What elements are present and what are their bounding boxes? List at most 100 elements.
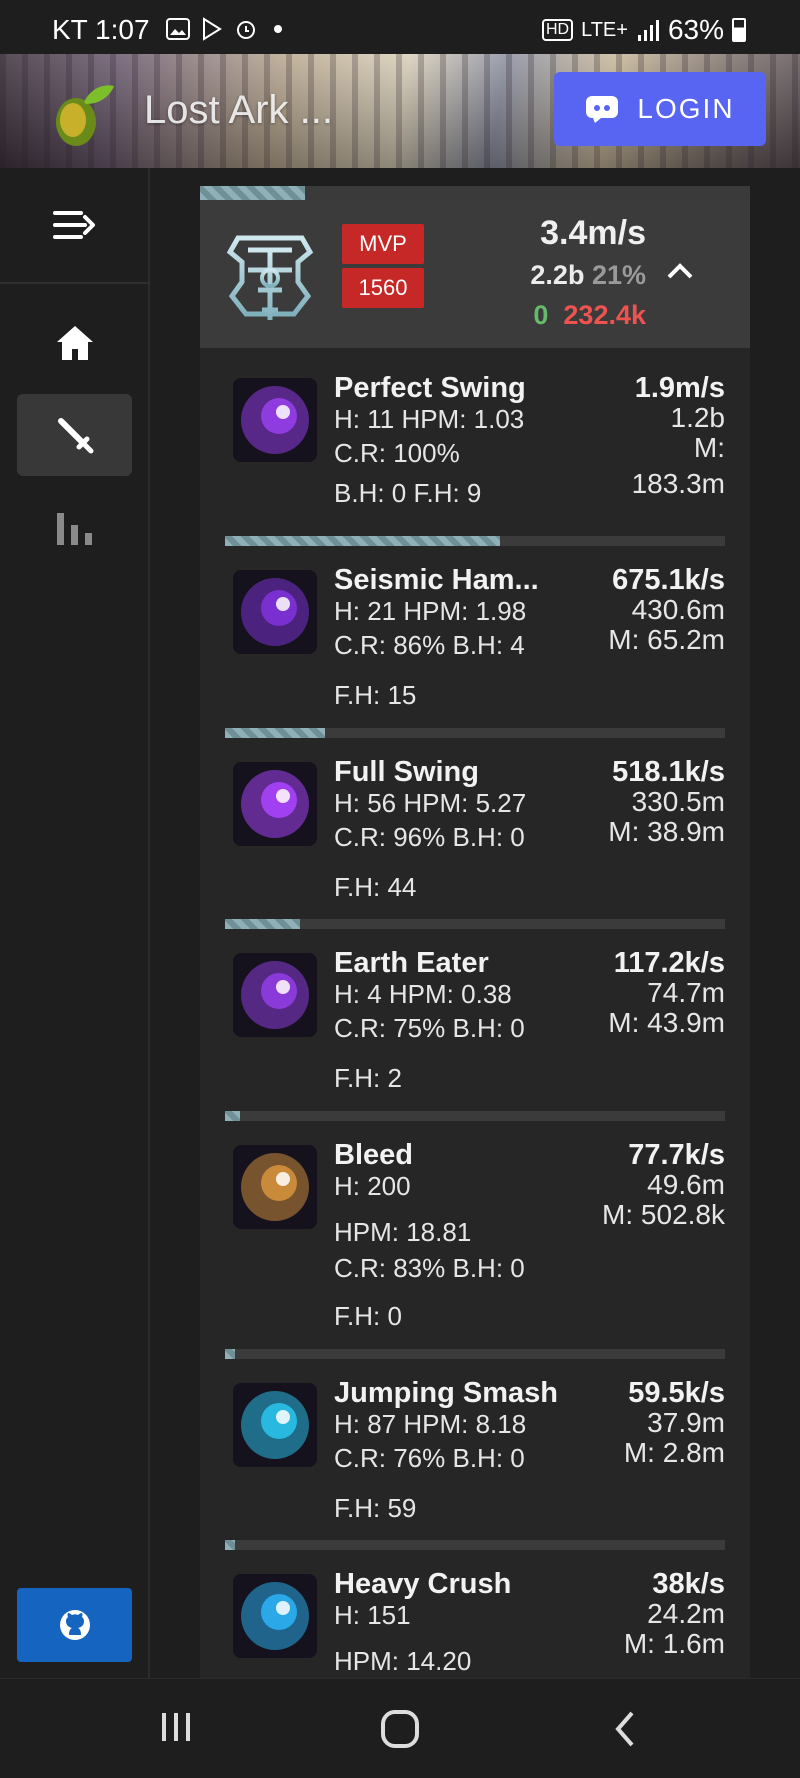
skill-name: Seismic Ham... [334,564,539,596]
skill-max-hit: M: 2.8m [623,1437,725,1468]
status-time: KT 1:07 [52,14,150,45]
skill-dps: 1.9m/s [634,372,725,404]
github-button[interactable] [17,1588,132,1662]
network-indicator: LTE+ [581,18,628,41]
skill-damage-bar-fill [225,1349,235,1359]
class-emblem-icon [226,235,314,320]
skill-damage-bar [225,1349,725,1359]
skill-icon [233,1145,317,1229]
skill-stat-2: C.R: 75% B.H: 0 [334,1013,525,1043]
chevron-up-icon[interactable] [666,262,694,280]
github-icon [59,1610,90,1640]
skill-damage-bar [225,1111,725,1121]
skill-max-hit: M: 502.8k [602,1199,725,1230]
dot-icon [274,25,282,33]
skill-row[interactable]: Perfect Swing H: 11 HPM: 1.03 C.R: 100% B.H… [225,344,725,534]
skill-max-hit-value: 183.3m [631,468,725,499]
skill-total-damage: 1.2b [670,402,726,433]
skill-stat-1: H: 151 [334,1600,411,1630]
battery-percent: 63% [667,14,724,45]
skill-row[interactable]: Heavy Crush H: 151 HPM: 14.20 38k/s 24.2m M: … [225,1540,725,1678]
status-bar: KT 1:07 HD LTE+ 63% [0,0,800,54]
skill-row[interactable]: Seismic Ham... H: 21 HPM: 1.98 C.R: 86% B.… [225,536,725,726]
skill-damage-bar [225,536,725,546]
skill-stat-3: F.H: 2 [334,1063,402,1093]
skill-row[interactable]: Earth Eater H: 4 HPM: 0.38 C.R: 75% B.H: 0… [225,919,725,1109]
sword-icon [57,418,93,454]
skill-max-hit: M: 43.9m [608,1007,725,1038]
skill-max-hit: M: 38.9m [608,816,725,847]
skill-damage-bar-fill [225,728,325,738]
skill-name: Full Swing [334,756,479,788]
player-summary[interactable]: MVP 1560 3.4m/s 2.2b 21% 0 232.4k [200,200,750,348]
discord-icon [586,96,619,123]
skill-row[interactable]: Jumping Smash H: 87 HPM: 8.18 C.R: 76% B.H… [225,1349,725,1539]
encounter-panel: MVP 1560 3.4m/s 2.2b 21% 0 232.4k Perfec… [200,186,750,1678]
skill-stat-1: H: 11 HPM: 1.03 [334,404,525,434]
skill-stat-2: C.R: 96% B.H: 0 [334,822,525,852]
player-green-value: 0 [533,300,549,330]
home-nav-icon[interactable] [380,1709,420,1749]
recent-apps-icon[interactable] [158,1709,194,1745]
skill-stat-1: H: 200 [334,1171,411,1201]
skill-name: Heavy Crush [334,1568,512,1600]
login-button[interactable]: LOGIN [554,72,766,146]
skill-icon [233,953,317,1037]
skill-dps: 675.1k/s [612,564,725,596]
gallery-icon [166,18,190,40]
skill-name: Jumping Smash [334,1377,558,1409]
skill-damage-bar-fill [225,919,300,929]
skill-damage-bar [225,1540,725,1550]
skill-max-hit: M: 1.6m [623,1628,725,1659]
skill-stat-2: C.R: 100% [334,438,460,468]
skill-stat-3: B.H: 0 F.H: 9 [334,478,482,508]
skill-icon [233,762,317,846]
player-dps: 3.4m/s [540,214,646,252]
skill-damage-bar [225,728,725,738]
skill-stat-3: C.R: 83% B.H: 0 [334,1253,525,1283]
alarm-icon [237,21,255,39]
skill-stat-2: HPM: 14.20 [334,1646,472,1676]
skill-damage-bar-fill [225,1111,240,1121]
status-notification-icons [166,17,282,41]
skill-stat-2: C.R: 86% B.H: 4 [334,630,525,660]
hd-indicator: HD [541,19,574,41]
skill-damage-bar-fill [225,1540,235,1550]
skill-stat-3: F.H: 15 [334,680,417,710]
skill-damage-bar-fill [225,536,500,546]
skill-max-hit: M: [693,432,725,463]
logo-icon [56,85,114,146]
skill-icon [233,1383,317,1467]
skill-row[interactable]: Bleed H: 200 HPM: 18.81 C.R: 83% B.H: 0 F.H:… [225,1111,725,1331]
back-icon[interactable] [612,1709,638,1749]
skill-name: Bleed [334,1139,413,1171]
player-extra-line: 0 232.4k [533,300,646,331]
skill-dps: 59.5k/s [628,1377,725,1409]
skill-dps: 518.1k/s [612,756,725,788]
player-total-line: 2.2b 21% [530,260,646,291]
login-label: LOGIN [637,93,735,124]
app-title: Lost Ark ... [144,88,333,132]
skill-max-hit: M: 65.2m [608,624,725,655]
battery-icon [732,18,746,42]
player-progress-bar [200,186,750,200]
home-icon [56,326,93,360]
skill-icon [233,570,317,654]
sidebar-item-stats[interactable] [17,486,132,568]
sidebar-item-encounters[interactable] [17,394,132,476]
skill-stat-2: HPM: 18.81 [334,1217,472,1247]
player-damage-percent: 21% [591,260,646,290]
skill-stat-1: H: 4 HPM: 0.38 [334,979,512,1009]
sidebar-item-home[interactable] [17,302,132,384]
play-store-icon [203,17,222,41]
android-nav-bar [0,1678,800,1778]
gear-score-badge: 1560 [342,268,424,308]
skill-row[interactable]: Full Swing H: 56 HPM: 5.27 C.R: 96% B.H: 0… [225,728,725,918]
skill-total-damage: 330.5m [631,786,725,817]
sidebar [0,168,150,1678]
sidebar-toggle-button[interactable] [0,168,150,284]
skill-total-damage: 430.6m [631,594,725,625]
skill-dps: 77.7k/s [628,1139,725,1171]
skill-damage-bar [225,919,725,929]
app-header: Lost Ark ... LOGIN [0,54,800,168]
